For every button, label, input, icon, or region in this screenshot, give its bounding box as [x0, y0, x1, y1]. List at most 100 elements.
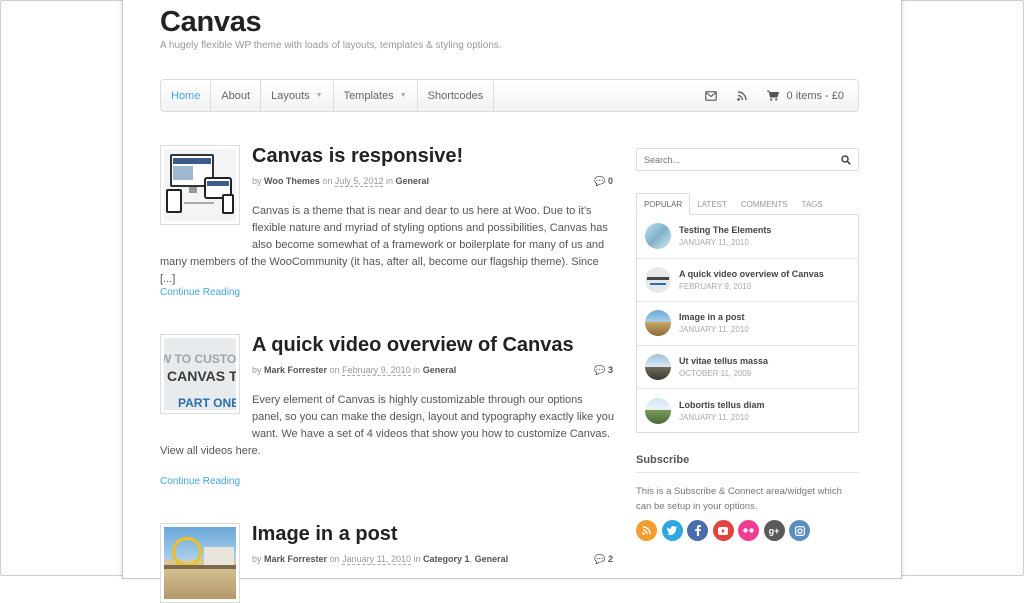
meta-in: in	[413, 554, 421, 564]
post-thumb-image	[645, 398, 671, 425]
post-title[interactable]: Canvas is responsive!	[252, 145, 463, 168]
post-author[interactable]: Mark Forrester	[264, 365, 327, 375]
search-input[interactable]	[644, 154, 824, 165]
nav-item-shortcodes[interactable]: Shortcodes	[418, 80, 495, 111]
facebook-icon[interactable]	[687, 520, 708, 541]
post-author[interactable]: Mark Forrester	[264, 554, 327, 564]
site-page: Canvas A hugely flexible WP theme with l…	[123, 0, 901, 603]
post-excerpt: Canvas is a theme that is near and dear …	[160, 203, 615, 288]
nav-item-templates[interactable]: Templates ▼	[334, 80, 418, 111]
twitter-icon[interactable]	[661, 520, 683, 541]
list-item-date: JANUARY 11, 2010	[679, 238, 749, 248]
google-plus-icon[interactable]: g+	[763, 520, 785, 541]
comment-count[interactable]: 💬 2	[594, 554, 613, 565]
cart-link[interactable]: 0 items - £0	[766, 89, 844, 102]
meta-by: by	[252, 554, 262, 564]
post-category[interactable]: General	[423, 365, 457, 375]
list-item-title: Image in a post	[679, 312, 745, 323]
meta-in: in	[385, 176, 393, 186]
comment-count-value: 0	[607, 176, 613, 186]
list-item-date: JANUARY 11, 2010	[679, 325, 749, 335]
nav-item-label: Shortcodes	[427, 89, 484, 102]
post: Image in a post by Mark Forrester on Jan…	[160, 523, 615, 603]
meta-on: on	[322, 176, 333, 186]
meta-on: on	[329, 554, 340, 564]
post-meta: by Woo Themes on July 5, 2012 in General…	[252, 176, 613, 187]
comment-icon: 💬	[594, 176, 606, 186]
chevron-down-icon: ▼	[399, 92, 407, 99]
post: W TO CUSTOMIZ CANVAS THE PART ONE A quic…	[160, 334, 615, 494]
post-meta: by Mark Forrester on February 9, 2010 in…	[252, 365, 613, 376]
nav-item-label: Layouts	[271, 89, 310, 102]
tab-comments[interactable]: COMMENTS	[734, 193, 795, 215]
list-item-title: Ut vitae tellus massa	[679, 356, 769, 367]
list-item-date: OCTOBER 11, 2009	[679, 369, 752, 379]
comment-count-value: 3	[607, 365, 613, 375]
search-icon[interactable]	[841, 154, 851, 165]
flickr-icon[interactable]	[738, 520, 759, 541]
post-category[interactable]: General	[396, 176, 430, 186]
comment-count-value: 2	[607, 554, 613, 564]
shopping-cart-icon	[766, 90, 779, 101]
post-excerpt: Every element of Canvas is highly custom…	[160, 392, 615, 460]
envelope-icon[interactable]	[704, 90, 717, 101]
post-thumbnail[interactable]	[160, 523, 240, 603]
post-date[interactable]: July 5, 2012	[334, 176, 384, 187]
meta-by: by	[252, 176, 262, 186]
youtube-icon[interactable]	[712, 520, 734, 541]
tab-tags[interactable]: TAGS	[795, 193, 830, 215]
sidebar-tabs: POPULAR LATEST COMMENTS TAGS	[636, 193, 859, 215]
post-thumb-image	[645, 310, 671, 337]
subscribe-heading: Subscribe	[636, 454, 690, 466]
list-item-date: JANUARY 11, 2010	[679, 413, 749, 423]
list-item[interactable]: Ut vitae tellus massa OCTOBER 11, 2009	[637, 346, 858, 390]
chevron-down-icon: ▼	[315, 92, 323, 99]
post-meta: by Mark Forrester on January 11, 2010 in…	[252, 554, 613, 565]
post-title[interactable]: A quick video overview of Canvas	[252, 334, 574, 357]
post-category[interactable]: Category 1	[423, 554, 470, 564]
list-item[interactable]: A quick video overview of Canvas FEBRUARY…	[637, 259, 858, 303]
nav-item-home[interactable]: Home	[161, 80, 212, 111]
subscribe-text: This is a Subscribe & Connect area/widge…	[636, 486, 842, 512]
list-item[interactable]: Image in a post JANUARY 11, 2010	[637, 302, 858, 346]
post-thumb-image	[645, 266, 671, 293]
list-item[interactable]: Testing The Elements JANUARY 11, 2010	[637, 215, 858, 259]
list-item-title: A quick video overview of Canvas	[679, 268, 824, 279]
nav-item-about[interactable]: About	[211, 80, 262, 111]
list-item-date: FEBRUARY 9, 2010	[679, 281, 752, 291]
thumb-text: W TO CUSTOMIZ	[164, 352, 236, 366]
meta-in: in	[413, 365, 421, 375]
post-date[interactable]: January 11, 2010	[342, 554, 411, 565]
nav-item-layouts[interactable]: Layouts ▼	[261, 80, 334, 111]
rss-icon[interactable]	[736, 90, 747, 101]
tab-latest[interactable]: LATEST	[690, 193, 734, 215]
post-category[interactable]: General	[475, 554, 509, 564]
post: Canvas is responsive! by Woo Themes on J…	[160, 145, 615, 305]
site-title[interactable]: Canvas	[160, 6, 262, 39]
comment-icon: 💬	[594, 554, 606, 564]
post-author[interactable]: Woo Themes	[264, 176, 320, 186]
nav-item-label: Home	[171, 89, 201, 102]
post-date[interactable]: February 9, 2010	[342, 365, 411, 376]
post-title[interactable]: Image in a post	[252, 523, 398, 546]
meta-by: by	[252, 365, 262, 375]
post-thumb-image	[645, 223, 671, 250]
popular-posts-list: Testing The Elements JANUARY 11, 2010 A q…	[636, 214, 859, 433]
list-item[interactable]: Lobortis tellus diam JANUARY 11, 2010	[637, 389, 858, 433]
nav-right: 0 items - £0	[704, 80, 858, 111]
nav-item-label: About	[221, 89, 251, 102]
instagram-icon[interactable]	[789, 520, 810, 541]
continue-reading-link[interactable]: Continue Reading	[160, 287, 240, 298]
comment-count[interactable]: 💬 0	[594, 176, 613, 187]
comment-count[interactable]: 💬 3	[594, 365, 613, 376]
search-box	[636, 148, 859, 171]
social-icons: g+	[636, 520, 815, 541]
continue-reading-link[interactable]: Continue Reading	[160, 476, 240, 487]
comment-icon: 💬	[594, 365, 606, 375]
cart-label: 0 items - £0	[786, 89, 844, 102]
rss-icon[interactable]	[636, 520, 657, 541]
list-item-title: Testing The Elements	[679, 225, 772, 236]
tab-popular[interactable]: POPULAR	[636, 193, 691, 215]
site-description: A hugely flexible WP theme with loads of…	[160, 40, 502, 51]
main-nav: Home About Layouts ▼ Templates ▼ Shortcode…	[160, 79, 859, 112]
